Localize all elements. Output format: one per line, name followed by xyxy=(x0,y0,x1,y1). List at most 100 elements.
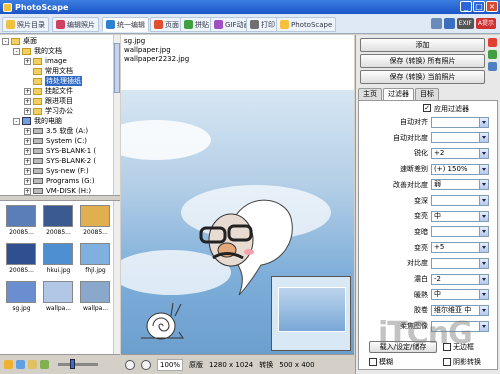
thumbnail-image[interactable] xyxy=(6,243,36,265)
file-list-item[interactable]: sg.jpg xyxy=(124,37,351,46)
dropdown-arrow-icon[interactable] xyxy=(479,274,488,284)
blur-checkbox[interactable] xyxy=(369,358,377,366)
tree-node[interactable]: + 挂起文件 xyxy=(0,86,113,96)
save-all-button[interactable]: 保存 (转换) 所有照片 xyxy=(360,54,485,68)
tab-batch-editor[interactable]: 统一编辑 xyxy=(102,17,149,32)
tree-node[interactable]: - 桌面 xyxy=(0,36,113,46)
shadow-checkbox[interactable] xyxy=(443,358,451,366)
dropdown-arrow-icon[interactable] xyxy=(479,164,488,174)
close-button[interactable]: × xyxy=(486,1,498,12)
file-list-item[interactable]: wallpaper.jpg xyxy=(124,46,351,55)
expand-toggle-icon[interactable]: + xyxy=(24,107,31,115)
thumbnail-image[interactable] xyxy=(43,243,73,265)
navigator-thumbnail[interactable] xyxy=(271,276,351,351)
thumbnail-item[interactable]: sg.jpg xyxy=(4,281,39,319)
tree-node[interactable]: + 跟进项目 xyxy=(0,96,113,106)
help-icon[interactable] xyxy=(430,18,442,29)
expand-toggle-icon[interactable]: + xyxy=(24,187,31,195)
slider-knob[interactable] xyxy=(70,359,75,369)
shadow-option[interactable]: 阴影转换 xyxy=(443,357,481,367)
view-icon[interactable] xyxy=(40,360,49,369)
thumbnail-scrollbar[interactable] xyxy=(113,201,120,359)
expand-toggle-icon[interactable]: + xyxy=(24,167,31,175)
settings-icon[interactable] xyxy=(488,62,497,71)
save-current-button[interactable]: 保存 (转换) 当前照片 xyxy=(360,70,485,84)
thumbnail-image[interactable] xyxy=(43,205,73,227)
tree-node[interactable]: + image xyxy=(0,56,113,66)
expand-toggle-icon[interactable]: + xyxy=(24,177,31,185)
dropdown-arrow-icon[interactable] xyxy=(479,133,488,143)
tab-page[interactable]: 页面 xyxy=(150,17,183,32)
tree-node[interactable]: + SYS-BLANK-2 ( xyxy=(0,156,113,166)
filter-dropdown[interactable]: +5 xyxy=(431,242,489,254)
thumbnail-item[interactable]: 20085... xyxy=(4,205,39,243)
dropdown-arrow-icon[interactable] xyxy=(479,243,488,253)
expand-toggle-icon[interactable]: - xyxy=(13,117,20,125)
filter-dropdown[interactable]: +2 xyxy=(431,147,489,159)
filter-dropdown[interactable] xyxy=(431,132,489,144)
dropdown-arrow-icon[interactable] xyxy=(479,196,488,205)
expand-toggle-icon[interactable]: + xyxy=(24,137,31,145)
thumbnail-size-slider[interactable] xyxy=(58,359,98,369)
thumbnail-image[interactable] xyxy=(80,243,110,265)
filter-dropdown[interactable] xyxy=(431,195,489,206)
add-button[interactable]: 添加 xyxy=(360,38,485,52)
thumbnail-image[interactable] xyxy=(6,281,36,303)
zoom-in-icon[interactable] xyxy=(125,359,135,370)
minimize-button[interactable]: _ xyxy=(460,1,472,12)
file-list-item[interactable]: wallpaper2232.jpg xyxy=(124,55,351,64)
dropdown-arrow-icon[interactable] xyxy=(479,148,488,158)
navigator-viewport[interactable] xyxy=(278,287,346,332)
dropdown-arrow-icon[interactable] xyxy=(479,258,488,268)
zoom-out-icon[interactable] xyxy=(141,359,151,370)
refresh-icon[interactable] xyxy=(16,360,25,369)
dropdown-arrow-icon[interactable] xyxy=(479,305,488,315)
expand-toggle-icon[interactable]: + xyxy=(24,157,31,165)
tree-node[interactable]: - 我的文档 xyxy=(0,46,113,56)
thumbnail-image[interactable] xyxy=(80,205,110,227)
maximize-button[interactable]: □ xyxy=(473,1,485,12)
expand-toggle-icon[interactable]: + xyxy=(24,127,31,135)
thumbnail-image[interactable] xyxy=(43,281,73,303)
rotate-icon[interactable] xyxy=(488,50,497,59)
folder-open-icon[interactable] xyxy=(28,360,37,369)
thumbnail-item[interactable]: hkui.jpg xyxy=(41,243,76,281)
tab-photo-browser[interactable]: 照片目录 xyxy=(2,17,49,32)
zoom-level[interactable]: 100% xyxy=(157,358,184,371)
dropdown-arrow-icon[interactable] xyxy=(479,180,488,190)
dropdown-arrow-icon[interactable] xyxy=(479,117,488,127)
tree-node[interactable]: + System (C:) xyxy=(0,136,113,146)
tree-scrollbar[interactable] xyxy=(113,35,120,195)
filter-dropdown[interactable] xyxy=(431,257,489,269)
tree-node[interactable]: + SYS-BLANK-1 ( xyxy=(0,146,113,156)
tree-node[interactable]: - 我的电脑 xyxy=(0,116,113,126)
expand-toggle-icon[interactable]: - xyxy=(13,47,20,55)
tab-combine[interactable]: 拼贴 xyxy=(180,17,213,32)
filter-dropdown[interactable]: 弱 xyxy=(431,179,489,191)
tree-node[interactable]: + 学习办公 xyxy=(0,106,113,116)
thumbnail-item[interactable]: wallpa... xyxy=(41,281,76,319)
expand-toggle-icon[interactable]: + xyxy=(24,147,31,155)
expand-toggle-icon[interactable]: - xyxy=(2,37,9,45)
tab-photoscape[interactable]: PhotoScape xyxy=(276,17,337,32)
tab-home[interactable]: 主页 xyxy=(358,88,382,100)
thumbnail-image[interactable] xyxy=(80,281,110,303)
filter-dropdown[interactable]: (+) 150% xyxy=(431,163,489,175)
filter-dropdown[interactable]: -2 xyxy=(431,273,489,285)
star-icon[interactable] xyxy=(4,360,13,369)
tree-node[interactable]: 常用文档 xyxy=(0,66,113,76)
tree-node[interactable]: + Sys-new (F:) xyxy=(0,166,113,176)
expand-toggle-icon[interactable]: + xyxy=(24,97,31,105)
filter-dropdown[interactable]: 中 xyxy=(431,289,489,301)
tree-node[interactable]: + Programs (G:) xyxy=(0,176,113,186)
dropdown-arrow-icon[interactable] xyxy=(479,227,488,237)
thumbnail-item[interactable]: 20085... xyxy=(4,243,39,281)
expand-toggle-icon[interactable]: + xyxy=(24,57,31,65)
exif-button[interactable]: EXIF xyxy=(456,18,474,29)
tree-node[interactable]: 待处理插纸 xyxy=(0,76,113,86)
dropdown-arrow-icon[interactable] xyxy=(479,321,488,331)
tab-photo-editor[interactable]: 编辑照片 xyxy=(52,17,99,32)
remove-icon[interactable] xyxy=(488,38,497,47)
tree-node[interactable]: +3.5 软盘 (A:) xyxy=(0,126,113,136)
thumbnail-item[interactable]: fhjl.jpg xyxy=(78,243,113,281)
